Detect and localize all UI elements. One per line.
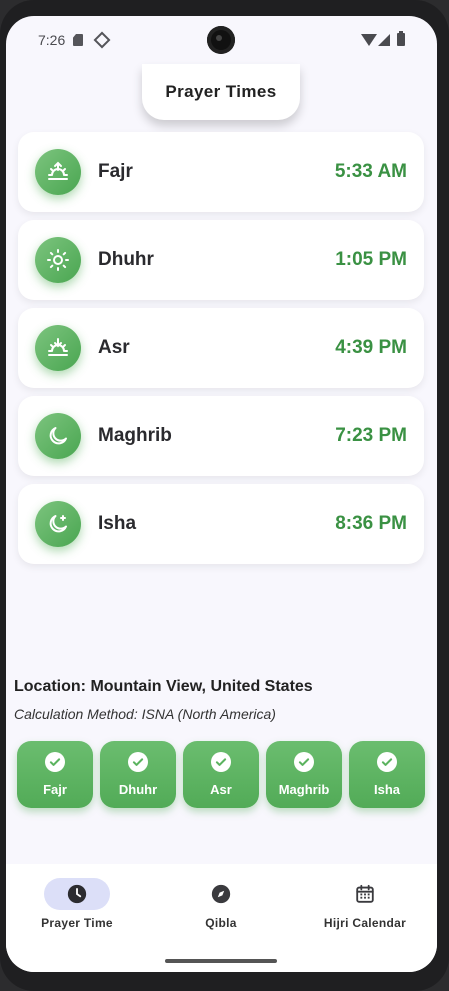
nav-item-prayer-time[interactable]: Prayer Time [17, 878, 137, 930]
prayer-name: Fajr [98, 161, 133, 182]
prayer-card-asr[interactable]: Asr 4:39 PM [18, 308, 424, 388]
prayer-card-isha[interactable]: Isha 8:36 PM [18, 484, 424, 564]
tracker-label: Dhuhr [118, 782, 158, 797]
moon-stars-icon [35, 501, 81, 547]
tracker-label: Maghrib [278, 782, 330, 797]
nav-indicator [332, 878, 398, 910]
wifi-icon [361, 34, 377, 46]
device-frame: 7:26 Prayer Times Fajr 5:33 AM Dhuhr 1:0… [0, 0, 449, 991]
moon-icon [35, 413, 81, 459]
tracker-label: Asr [210, 782, 232, 797]
location-text: Location: Mountain View, United States [14, 678, 313, 695]
clock-icon [67, 884, 87, 904]
prayer-name: Maghrib [98, 425, 172, 446]
calculation-method-text: Calculation Method: ISNA (North America) [14, 706, 276, 722]
tracker-chip-maghrib[interactable]: Maghrib [266, 741, 342, 808]
nav-indicator [44, 878, 110, 910]
prayer-name: Asr [98, 337, 130, 358]
nav-label: Hijri Calendar [323, 916, 407, 930]
sunset-icon [35, 325, 81, 371]
prayer-time: 5:33 AM [334, 161, 407, 182]
prayer-name: Dhuhr [98, 249, 154, 270]
tracker-chip-isha[interactable]: Isha [349, 741, 425, 808]
compass-icon [211, 884, 231, 904]
sunrise-icon [35, 149, 81, 195]
prayer-time: 1:05 PM [335, 249, 407, 270]
nav-indicator [188, 878, 254, 910]
nav-label: Prayer Time [41, 916, 113, 930]
tracker-chip-dhuhr[interactable]: Dhuhr [100, 741, 176, 808]
diamond-icon [93, 31, 111, 49]
home-indicator[interactable] [165, 959, 277, 963]
nav-item-qibla[interactable]: Qibla [161, 878, 281, 930]
calendar-icon [356, 884, 374, 903]
sim-card-icon [73, 34, 83, 46]
prayer-tracker: Fajr Dhuhr Asr Maghrib Isha [17, 741, 425, 808]
prayer-list: Fajr 5:33 AM Dhuhr 1:05 PM Asr 4:39 PM M… [18, 132, 424, 572]
tracker-chip-asr[interactable]: Asr [183, 741, 259, 808]
page-title: Prayer Times [142, 64, 300, 120]
prayer-card-fajr[interactable]: Fajr 5:33 AM [18, 132, 424, 212]
nav-item-hijri-calendar[interactable]: Hijri Calendar [305, 878, 425, 930]
status-bar: 7:26 [6, 16, 437, 64]
check-icon [377, 752, 397, 772]
app-screen: 7:26 Prayer Times Fajr 5:33 AM Dhuhr 1:0… [6, 16, 437, 972]
signal-icon [378, 34, 390, 46]
check-icon [45, 752, 65, 772]
prayer-card-maghrib[interactable]: Maghrib 7:23 PM [18, 396, 424, 476]
tracker-label: Fajr [43, 782, 67, 797]
prayer-card-dhuhr[interactable]: Dhuhr 1:05 PM [18, 220, 424, 300]
front-camera [207, 26, 235, 54]
tracker-label: Isha [373, 782, 400, 797]
check-icon [211, 752, 231, 772]
tracker-chip-fajr[interactable]: Fajr [17, 741, 93, 808]
check-icon [128, 752, 148, 772]
prayer-time: 7:23 PM [335, 425, 407, 446]
battery-icon [397, 31, 405, 46]
prayer-time: 8:36 PM [335, 513, 407, 534]
prayer-name: Isha [98, 513, 137, 534]
bottom-navigation: Prayer Time Qibla Hijri Calendar [6, 864, 437, 972]
status-time: 7:26 [38, 32, 66, 48]
sun-icon [35, 237, 81, 283]
prayer-time: 4:39 PM [335, 337, 407, 358]
nav-label: Qibla [205, 916, 237, 930]
check-icon [294, 752, 314, 772]
